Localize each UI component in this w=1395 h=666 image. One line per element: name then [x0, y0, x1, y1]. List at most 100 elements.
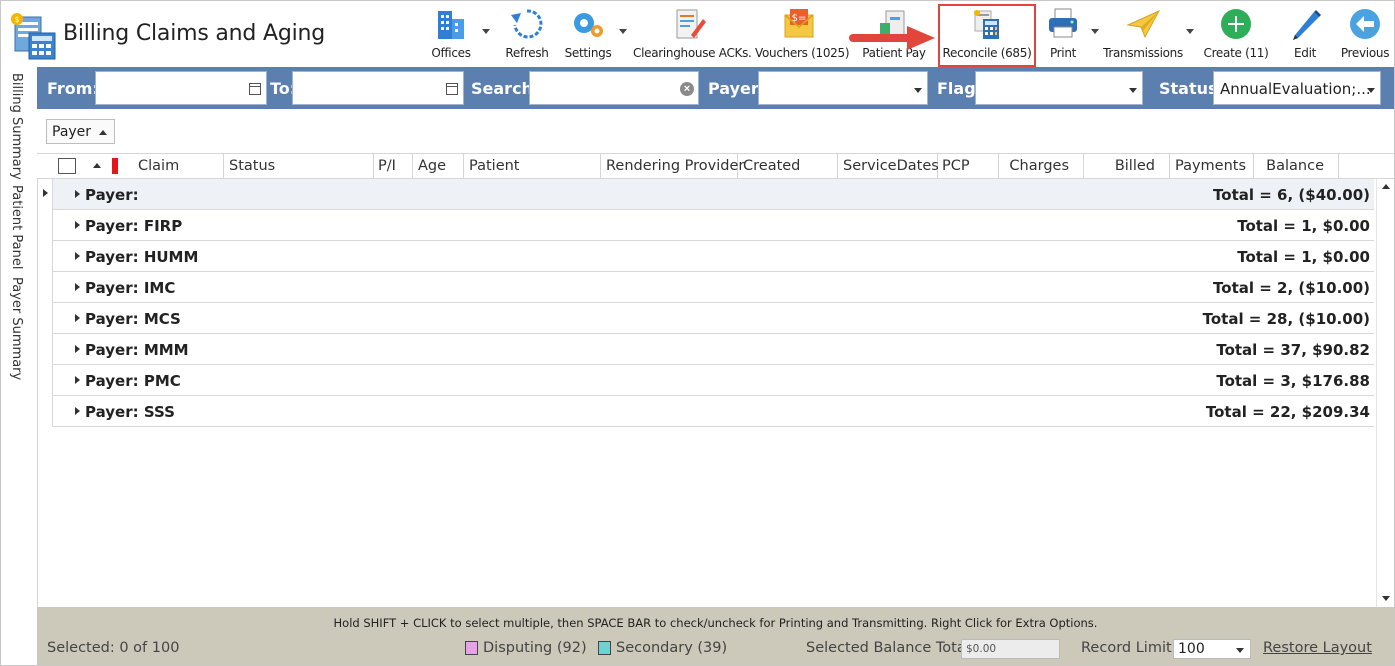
offices-label: Offices: [431, 46, 471, 60]
clear-search-icon[interactable]: ×: [680, 82, 694, 96]
print-button[interactable]: Print: [1041, 5, 1085, 63]
calendar-icon[interactable]: [446, 83, 458, 95]
column-header-service-dates[interactable]: ServiceDates: [838, 154, 939, 178]
expand-arrow-icon[interactable]: [75, 221, 80, 229]
previous-button[interactable]: Previous: [1339, 5, 1391, 63]
flag-select[interactable]: [975, 71, 1143, 105]
column-header-rendering-provider[interactable]: Rendering Provider: [601, 154, 744, 178]
status-select[interactable]: AnnualEvaluation;...: [1213, 71, 1381, 105]
calendar-icon[interactable]: [249, 83, 261, 95]
secondary-legend: Secondary (39): [616, 640, 728, 656]
plus-circle-icon: [1221, 9, 1251, 39]
vouchers-envelope-icon: $=: [784, 9, 814, 38]
group-by-label: Payer: [52, 124, 92, 140]
restore-layout-link[interactable]: Restore Layout: [1263, 640, 1372, 656]
app-title: Billing Claims and Aging: [63, 21, 326, 46]
column-header-pcp[interactable]: PCP: [937, 154, 999, 178]
transmissions-dropdown-arrow-icon[interactable]: [1186, 29, 1194, 34]
tab-patient-panel[interactable]: Patient Panel: [9, 185, 24, 269]
settings-label: Settings: [564, 46, 612, 60]
record-limit-select[interactable]: 100: [1173, 639, 1251, 659]
group-payer-label: Payer: SSS: [85, 403, 175, 421]
expand-arrow-icon[interactable]: [75, 314, 80, 322]
current-row-indicator-icon: [43, 189, 48, 197]
column-header-created[interactable]: Created: [738, 154, 838, 178]
expand-arrow-icon[interactable]: [75, 407, 80, 415]
create-button[interactable]: Create (11): [1203, 5, 1269, 63]
disputing-swatch: [465, 641, 478, 655]
group-total: Total = 22, $209.34: [1205, 403, 1370, 421]
search-input[interactable]: ×: [529, 71, 699, 105]
column-header-status[interactable]: Status: [224, 154, 374, 178]
vertical-scrollbar[interactable]: [1376, 179, 1394, 607]
expand-arrow-icon[interactable]: [75, 345, 80, 353]
settings-dropdown-arrow-icon[interactable]: [619, 29, 627, 34]
column-header-patient[interactable]: Patient: [464, 154, 601, 178]
selected-balance-field: $0.00: [961, 639, 1060, 659]
select-all-checkbox[interactable]: [58, 158, 76, 174]
offices-icon: [438, 11, 464, 39]
chevron-down-icon: [914, 88, 922, 93]
pencil-icon: [1293, 10, 1321, 40]
expand-arrow-icon[interactable]: [75, 190, 80, 198]
group-payer-label: Payer: HUMM: [85, 248, 199, 266]
record-limit-value: 100: [1178, 641, 1205, 657]
print-dropdown-arrow-icon[interactable]: [1091, 29, 1099, 34]
clearinghouse-label: Clearinghouse ACKs.: [633, 46, 752, 60]
column-header-age[interactable]: Age: [413, 154, 464, 178]
column-header-payments[interactable]: Payments: [1170, 154, 1254, 178]
svg-text:$: $: [14, 15, 19, 24]
clearinghouse-document-icon: [676, 9, 706, 39]
group-total: Total = 6, ($40.00): [1213, 186, 1370, 204]
grid-left-border: [37, 179, 38, 607]
column-header-billed[interactable]: Billed: [1084, 154, 1170, 178]
group-row[interactable]: Payer: Total = 6, ($40.00): [53, 179, 1374, 210]
print-label: Print: [1049, 46, 1077, 60]
status-value: AnnualEvaluation;...: [1220, 80, 1371, 98]
group-row[interactable]: Payer: IMC Total = 2, ($10.00): [53, 272, 1374, 303]
offices-button[interactable]: Offices: [427, 5, 475, 63]
group-row[interactable]: Payer: FIRP Total = 1, $0.00: [53, 210, 1374, 241]
vouchers-label: Vouchers (1025): [755, 46, 850, 60]
column-header-charges[interactable]: Charges: [998, 154, 1084, 178]
column-header-pi[interactable]: P/I: [373, 154, 413, 178]
transmissions-button[interactable]: Transmissions: [1103, 5, 1183, 63]
flag-column-icon: [112, 158, 118, 174]
group-by-payer-chip[interactable]: Payer: [46, 119, 115, 144]
scroll-down-icon[interactable]: [1382, 596, 1390, 601]
clearinghouse-acks-button[interactable]: Clearinghouse ACKs.: [633, 5, 752, 63]
from-date-input[interactable]: [95, 71, 267, 105]
settings-gear-icon: [574, 13, 603, 37]
expand-arrow-icon[interactable]: [75, 252, 80, 260]
offices-dropdown-arrow-icon[interactable]: [482, 29, 490, 34]
group-row[interactable]: Payer: SSS Total = 22, $209.34: [53, 396, 1374, 427]
group-row[interactable]: Payer: MCS Total = 28, ($10.00): [53, 303, 1374, 334]
column-header-balance[interactable]: Balance: [1254, 154, 1339, 178]
expand-arrow-icon[interactable]: [75, 376, 80, 384]
scroll-up-icon[interactable]: [1382, 184, 1390, 189]
group-payer-label: Payer: FIRP: [85, 217, 183, 235]
tab-payer-summary[interactable]: Payer Summary: [9, 277, 24, 380]
group-row[interactable]: Payer: HUMM Total = 1, $0.00: [53, 241, 1374, 272]
group-total: Total = 28, ($10.00): [1202, 310, 1370, 328]
expand-arrow-icon[interactable]: [75, 283, 80, 291]
grid-header: Claim Status P/I Age Patient Rendering P…: [37, 153, 1394, 179]
sort-up-icon[interactable]: [93, 163, 101, 168]
settings-button[interactable]: Settings: [562, 5, 614, 63]
group-total: Total = 37, $90.82: [1216, 341, 1370, 359]
group-total: Total = 1, $0.00: [1237, 248, 1370, 266]
header: $ Billing Claims and Aging Offices Refre…: [1, 1, 1394, 67]
edit-button[interactable]: Edit: [1282, 5, 1328, 63]
group-row[interactable]: Payer: PMC Total = 3, $176.88: [53, 365, 1374, 396]
refresh-button[interactable]: Refresh: [501, 5, 553, 63]
billing-window: $ Billing Claims and Aging Offices Refre…: [0, 0, 1395, 666]
to-date-input[interactable]: [292, 71, 464, 105]
selected-balance-label: Selected Balance Total:: [806, 640, 975, 656]
tab-billing-summary[interactable]: Billing Summary: [9, 73, 24, 180]
reconcile-button[interactable]: Reconcile (685): [941, 5, 1033, 63]
column-header-claim[interactable]: Claim: [133, 154, 224, 178]
group-row[interactable]: Payer: MMM Total = 37, $90.82: [53, 334, 1374, 365]
payer-select[interactable]: [758, 71, 928, 105]
sort-ascending-icon[interactable]: [99, 130, 107, 135]
vouchers-button[interactable]: $= Vouchers (1025): [755, 5, 850, 63]
